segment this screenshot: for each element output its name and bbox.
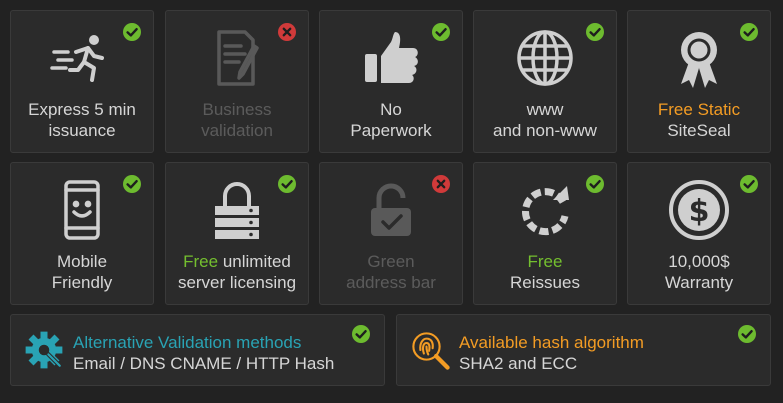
feature-line1: No bbox=[380, 100, 402, 119]
feature-line1-highlight: Free bbox=[527, 252, 563, 271]
lock-server-icon bbox=[166, 177, 308, 243]
check-icon bbox=[352, 325, 370, 343]
feature-line2: and non-www bbox=[493, 121, 597, 140]
feature-line1: 10,000$ bbox=[668, 252, 730, 271]
fingerprint-search-icon bbox=[412, 332, 450, 370]
thumbs-up-icon bbox=[320, 25, 462, 91]
feature-line2: SiteSeal bbox=[667, 121, 731, 140]
feature-warranty: $ 10,000$ Warranty bbox=[627, 162, 771, 305]
feature-hash-algorithm: Available hash algorithm SHA2 and ECC bbox=[396, 314, 771, 386]
running-man-icon bbox=[11, 25, 153, 91]
feature-line1-rest: unlimited bbox=[218, 252, 291, 271]
feature-line1-highlight: Free bbox=[183, 252, 219, 271]
feature-free-siteseal: Free Static SiteSeal bbox=[627, 10, 771, 153]
feature-unlimited-licensing: Free unlimited server licensing bbox=[165, 162, 309, 305]
globe-icon bbox=[474, 25, 616, 91]
feature-line2: Friendly bbox=[51, 273, 113, 292]
feature-line1: Mobile bbox=[56, 252, 108, 271]
feature-mobile-friendly: Mobile Friendly bbox=[10, 162, 154, 305]
feature-detail: SHA2 and ECC bbox=[459, 354, 578, 373]
smartphone-icon bbox=[11, 177, 153, 243]
features-grid: Express 5 min issuance Business validati… bbox=[0, 0, 783, 403]
feature-line2: validation bbox=[201, 121, 273, 140]
padlock-icon bbox=[320, 177, 462, 243]
feature-business-validation: Business validation bbox=[165, 10, 309, 153]
feature-line2: server licensing bbox=[177, 273, 297, 292]
svg-text:$: $ bbox=[689, 194, 710, 229]
feature-line1: Green bbox=[367, 252, 415, 271]
check-icon bbox=[738, 325, 756, 343]
feature-line1-highlight: Free Static bbox=[657, 100, 741, 119]
feature-line1: www bbox=[526, 100, 564, 119]
feature-express-issuance: Express 5 min issuance bbox=[10, 10, 154, 153]
feature-www-non-www: www and non-www bbox=[473, 10, 617, 153]
award-ribbon-icon bbox=[628, 25, 770, 91]
dollar-coin-icon: $ bbox=[628, 177, 770, 243]
feature-alternative-validation: Alternative Validation methods Email / D… bbox=[10, 314, 385, 386]
feature-line2: issuance bbox=[48, 121, 116, 140]
feature-free-reissues: Free Reissues bbox=[473, 162, 617, 305]
feature-line2: Reissues bbox=[510, 273, 580, 292]
document-pen-icon bbox=[166, 25, 308, 91]
feature-detail: Email / DNS CNAME / HTTP Hash bbox=[73, 354, 335, 373]
refresh-icon bbox=[474, 177, 616, 243]
feature-line1: Free unlimited bbox=[170, 251, 304, 272]
feature-title: Available hash algorithm bbox=[459, 333, 644, 352]
feature-line1: Business bbox=[202, 100, 272, 119]
gear-wrench-icon bbox=[25, 331, 63, 369]
feature-green-address-bar: Green address bar bbox=[319, 162, 463, 305]
feature-title: Alternative Validation methods bbox=[73, 333, 302, 352]
feature-line2: address bar bbox=[346, 273, 436, 292]
feature-line2: Warranty bbox=[664, 273, 734, 292]
feature-line2: Paperwork bbox=[350, 121, 432, 140]
feature-no-paperwork: No Paperwork bbox=[319, 10, 463, 153]
feature-line1: Express 5 min bbox=[28, 100, 136, 119]
